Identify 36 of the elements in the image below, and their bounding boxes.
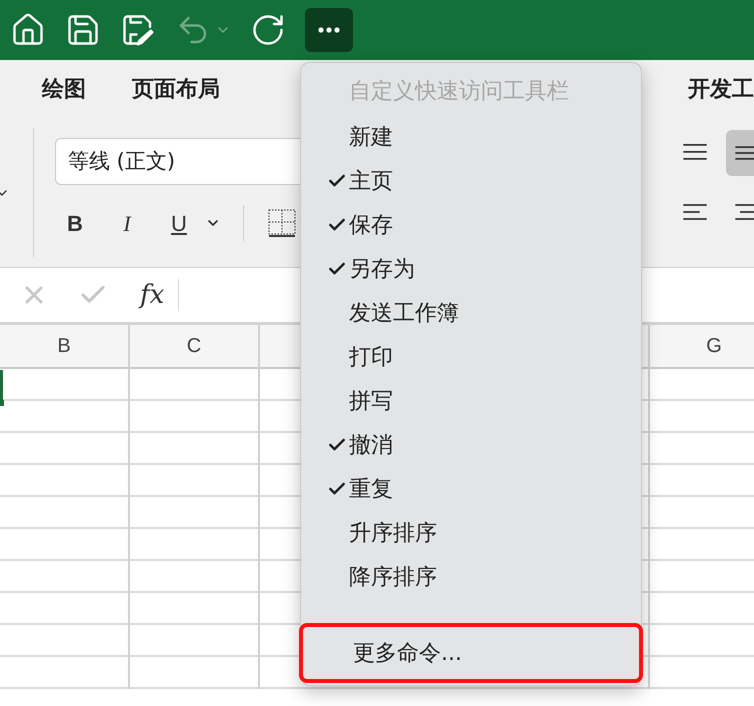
format-button[interactable]: U bbox=[159, 206, 199, 240]
menu-item-label: 撤消 bbox=[349, 432, 393, 460]
menu-item[interactable]: 拼写 bbox=[301, 379, 641, 423]
menu-item[interactable]: 降序排序 bbox=[301, 555, 641, 599]
format-button[interactable]: B bbox=[55, 206, 95, 240]
ribbon-tab[interactable]: 开发工 bbox=[688, 72, 754, 106]
menu-item[interactable]: 升序排序 bbox=[301, 511, 641, 555]
menu-item[interactable]: 打印 bbox=[301, 335, 641, 379]
menu-item-label: 拼写 bbox=[349, 388, 393, 416]
more-button[interactable] bbox=[305, 8, 353, 52]
menu-item[interactable]: 发送工作簿 bbox=[301, 291, 641, 335]
menu-item[interactable]: 保存 bbox=[301, 203, 641, 247]
menu-item-label: 保存 bbox=[349, 212, 393, 240]
menu-item[interactable]: 重复 bbox=[301, 467, 641, 511]
fill-handle[interactable] bbox=[0, 400, 4, 406]
menu-item-label: 另存为 bbox=[349, 256, 415, 284]
menu-item-label: 重复 bbox=[349, 476, 393, 504]
menu-item-label: 升序排序 bbox=[349, 520, 437, 548]
menu-item[interactable]: 撤消 bbox=[301, 423, 641, 467]
border-icon[interactable] bbox=[268, 209, 296, 237]
menu-item-label: 发送工作簿 bbox=[349, 300, 459, 328]
selected-cell-border bbox=[0, 370, 3, 402]
menu-item-label: 更多命令... bbox=[353, 640, 462, 668]
ellipsis-icon bbox=[318, 27, 340, 33]
ribbon-tab[interactable]: 页面布局 bbox=[132, 72, 220, 106]
function-button[interactable]: fx bbox=[140, 276, 164, 314]
menu-title: 自定义快速访问工具栏 bbox=[348, 78, 570, 106]
menu-item-label: 降序排序 bbox=[349, 564, 437, 592]
ribbon-tab[interactable]: 绘图 bbox=[42, 72, 86, 106]
column-header[interactable]: G bbox=[650, 325, 754, 369]
format-button[interactable]: I bbox=[107, 206, 147, 240]
menu-item[interactable]: 更多命令... bbox=[299, 623, 643, 683]
menu-item-label: 打印 bbox=[349, 344, 393, 372]
menu-item[interactable]: 另存为 bbox=[301, 247, 641, 291]
column-header[interactable]: B bbox=[0, 325, 128, 369]
column-header[interactable]: C bbox=[130, 325, 258, 369]
